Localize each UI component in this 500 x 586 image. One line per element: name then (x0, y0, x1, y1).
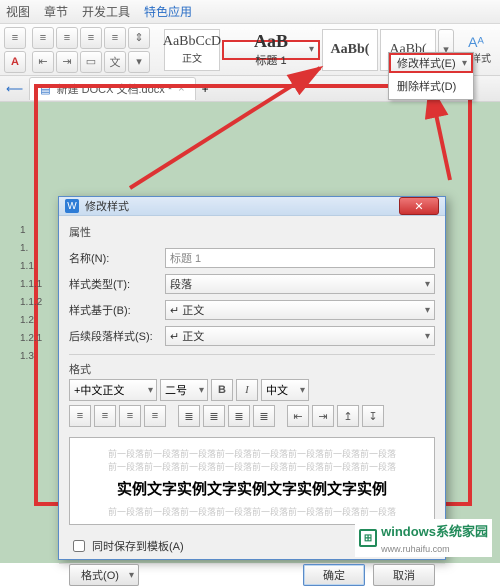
outline-list: 1 1. 1.1 1.1.1 1.1.2 1.2 1.2.1 1.3 (20, 122, 42, 366)
modify-style-dialog: W 修改样式 ✕ 属性 名称(N): 样式类型(T): 段落 样式基于(B): … (58, 196, 446, 560)
tab-dev[interactable]: 开发工具 (82, 3, 130, 20)
linespacing-icon[interactable]: ⇕ (128, 27, 150, 49)
style-context-menu: 修改样式(E) 删除样式(D) (388, 52, 474, 100)
save-template-checkbox[interactable] (73, 540, 85, 552)
type-label: 样式类型(T): (69, 276, 159, 292)
style-heading-1[interactable]: AaB 标题 1 (222, 40, 320, 60)
align-right-button[interactable]: ≡ (119, 405, 141, 427)
indent-dec-button[interactable]: ⇤ (287, 405, 309, 427)
font-select[interactable]: +中文正文 (69, 379, 157, 401)
menu-tabs: 视图 章节 开发工具 特色应用 (0, 0, 500, 24)
cancel-button[interactable]: 取消 (373, 564, 435, 586)
home-icon[interactable]: ⟵ (6, 82, 23, 96)
ribbon-btn-a1[interactable]: ≡ (4, 27, 26, 49)
preview-box: 前一段落前一段落前一段落前一段落前一段落前一段落前一段落前一段落 前一段落前一段… (69, 437, 435, 525)
preview-sample: 实例文字实例文字实例文字实例文字实例 (84, 479, 420, 500)
dialog-titlebar[interactable]: W 修改样式 ✕ (59, 197, 445, 216)
lang-select[interactable]: 中文 (261, 379, 309, 401)
align-left-button[interactable]: ≡ (69, 405, 91, 427)
name-label: 名称(N): (69, 250, 159, 266)
border-icon[interactable]: ▭ (80, 51, 102, 73)
tab-special[interactable]: 特色应用 (144, 3, 192, 20)
next-select[interactable]: ↵ 正文 (165, 326, 435, 346)
indent-left-icon[interactable]: ⇤ (32, 51, 54, 73)
arrow-1 (120, 58, 340, 198)
ctx-modify-style[interactable]: 修改样式(E) (389, 53, 473, 73)
watermark: ⊞ windows系统家园 www.ruhaifu.com (355, 519, 492, 557)
spacing-1-button[interactable]: ≣ (178, 405, 200, 427)
indent-inc-button[interactable]: ⇥ (312, 405, 334, 427)
name-field[interactable] (165, 248, 435, 268)
dialog-title: 修改样式 (85, 198, 129, 214)
group-properties: 属性 (69, 224, 435, 240)
spacing-2-button[interactable]: ≣ (203, 405, 225, 427)
align-right-icon[interactable]: ≡ (80, 27, 102, 49)
align-center-button[interactable]: ≡ (94, 405, 116, 427)
ctx-delete-style[interactable]: 删除样式(D) (389, 73, 473, 99)
spacing-4-button[interactable]: ≣ (253, 405, 275, 427)
watermark-icon: ⊞ (359, 529, 377, 547)
spacing-3-button[interactable]: ≣ (228, 405, 250, 427)
align-left-icon[interactable]: ≡ (32, 27, 54, 49)
indent-right-icon[interactable]: ⇥ (56, 51, 78, 73)
next-label: 后续段落样式(S): (69, 328, 159, 344)
tab-chapter[interactable]: 章节 (44, 3, 68, 20)
size-select[interactable]: 二号 (160, 379, 208, 401)
based-select[interactable]: ↵ 正文 (165, 300, 435, 320)
para-after-button[interactable]: ↧ (362, 405, 384, 427)
dialog-buttons: 格式(O) 确定 取消 (59, 563, 445, 586)
save-template-label: 同时保存到模板(A) (92, 538, 184, 554)
tab-view[interactable]: 视图 (6, 3, 30, 20)
close-icon[interactable]: ✕ (399, 197, 439, 215)
dialog-icon: W (65, 199, 79, 213)
bold-button[interactable]: B (211, 379, 233, 401)
ok-button[interactable]: 确定 (303, 564, 365, 586)
para-before-button[interactable]: ↥ (337, 405, 359, 427)
italic-button[interactable]: I (236, 379, 258, 401)
format-menu-button[interactable]: 格式(O) (69, 564, 139, 586)
align-center-icon[interactable]: ≡ (56, 27, 78, 49)
group-format: 格式 (69, 361, 435, 377)
based-label: 样式基于(B): (69, 302, 159, 318)
ribbon-btn-a2[interactable]: A (4, 51, 26, 73)
align-justify-icon[interactable]: ≡ (104, 27, 126, 49)
new-style-icon: Aᴬ (468, 34, 484, 50)
type-select[interactable]: 段落 (165, 274, 435, 294)
align-justify-button[interactable]: ≡ (144, 405, 166, 427)
